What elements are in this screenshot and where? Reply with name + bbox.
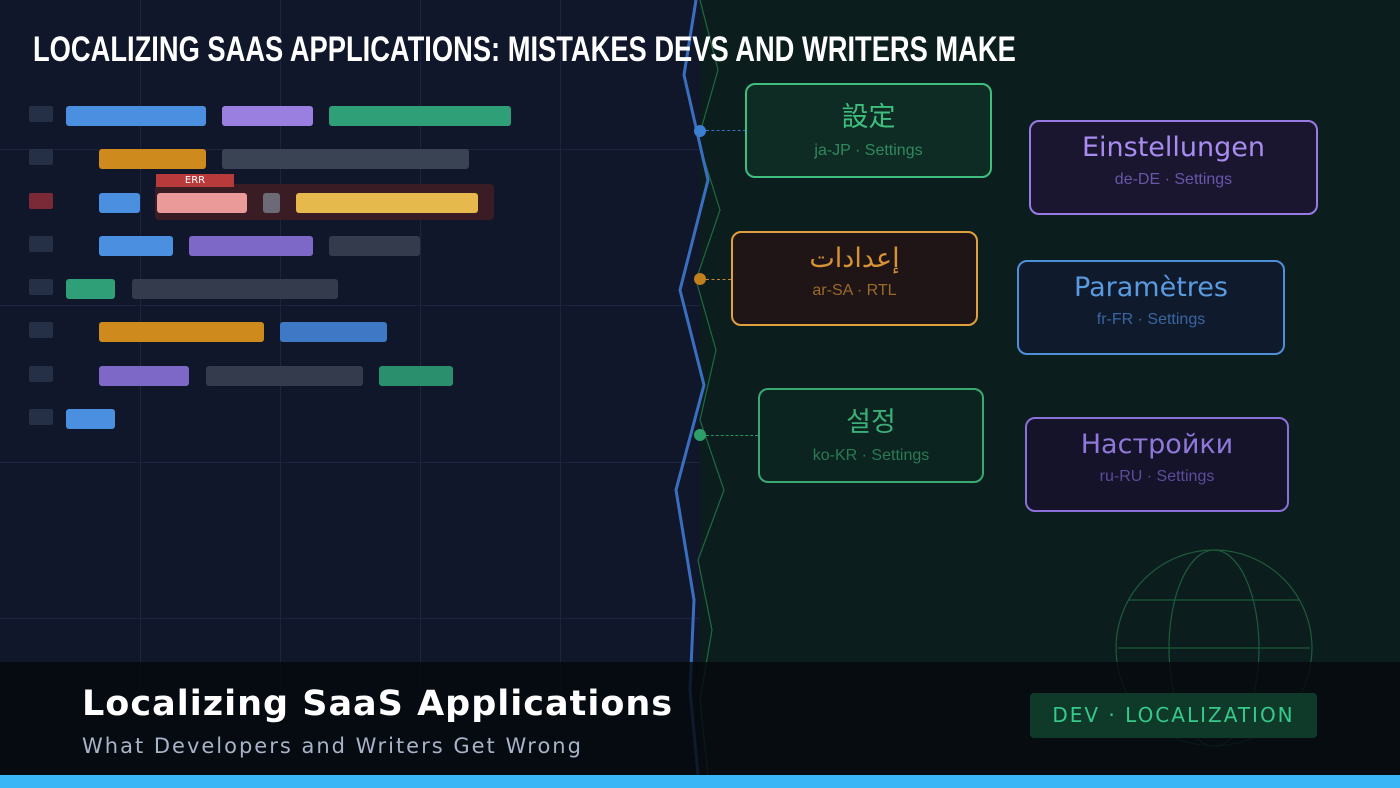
locale-card-de-de: Einstellungen de-DE · Settings xyxy=(1029,120,1318,215)
connector-line xyxy=(706,130,746,131)
locale-meta: ja-JP · Settings xyxy=(814,142,923,159)
locale-word: إعدادات xyxy=(809,243,900,274)
locale-meta: ko-KR · Settings xyxy=(812,447,930,464)
connector-line xyxy=(706,279,731,280)
locale-meta: ar-SA · RTL xyxy=(812,282,897,299)
locale-card-ko-kr: 설정 ko-KR · Settings xyxy=(758,388,984,483)
locale-word: 설정 xyxy=(846,407,896,438)
footer-title: Localizing SaaS Applications xyxy=(82,684,674,724)
locale-word: Einstellungen xyxy=(1081,132,1266,163)
banner: ERR LOCALIZING SAAS APPLICATIONS: MISTAK… xyxy=(0,0,1400,788)
page-title: LOCALIZING SAAS APPLICATIONS: MISTAKES D… xyxy=(33,30,1016,69)
locale-meta: ru-RU · Settings xyxy=(1099,468,1215,485)
accent-bar xyxy=(0,775,1400,788)
connector-dot xyxy=(694,125,706,137)
locale-word: 設定 xyxy=(841,102,896,133)
connector-dot xyxy=(694,429,706,441)
locale-word: Настройки xyxy=(1080,429,1234,460)
divider-line-blue xyxy=(674,0,710,776)
category-badge: DEV · LOCALIZATION xyxy=(1030,693,1317,738)
connector-line xyxy=(706,435,758,436)
locale-meta: fr-FR · Settings xyxy=(1096,311,1206,328)
divider-line-green xyxy=(695,0,725,776)
locale-card-ar-sa: إعدادات ar-SA · RTL xyxy=(731,231,978,326)
locale-meta: de-DE · Settings xyxy=(1114,171,1233,188)
locale-card-fr-fr: Paramètres fr-FR · Settings xyxy=(1017,260,1285,355)
locale-card-ja-jp: 設定 ja-JP · Settings xyxy=(745,83,992,178)
locale-card-ru-ru: Настройки ru-RU · Settings xyxy=(1025,417,1289,512)
footer-subtitle: What Developers and Writers Get Wrong xyxy=(82,734,583,758)
locale-word: Paramètres xyxy=(1074,272,1228,303)
connector-dot xyxy=(694,273,706,285)
